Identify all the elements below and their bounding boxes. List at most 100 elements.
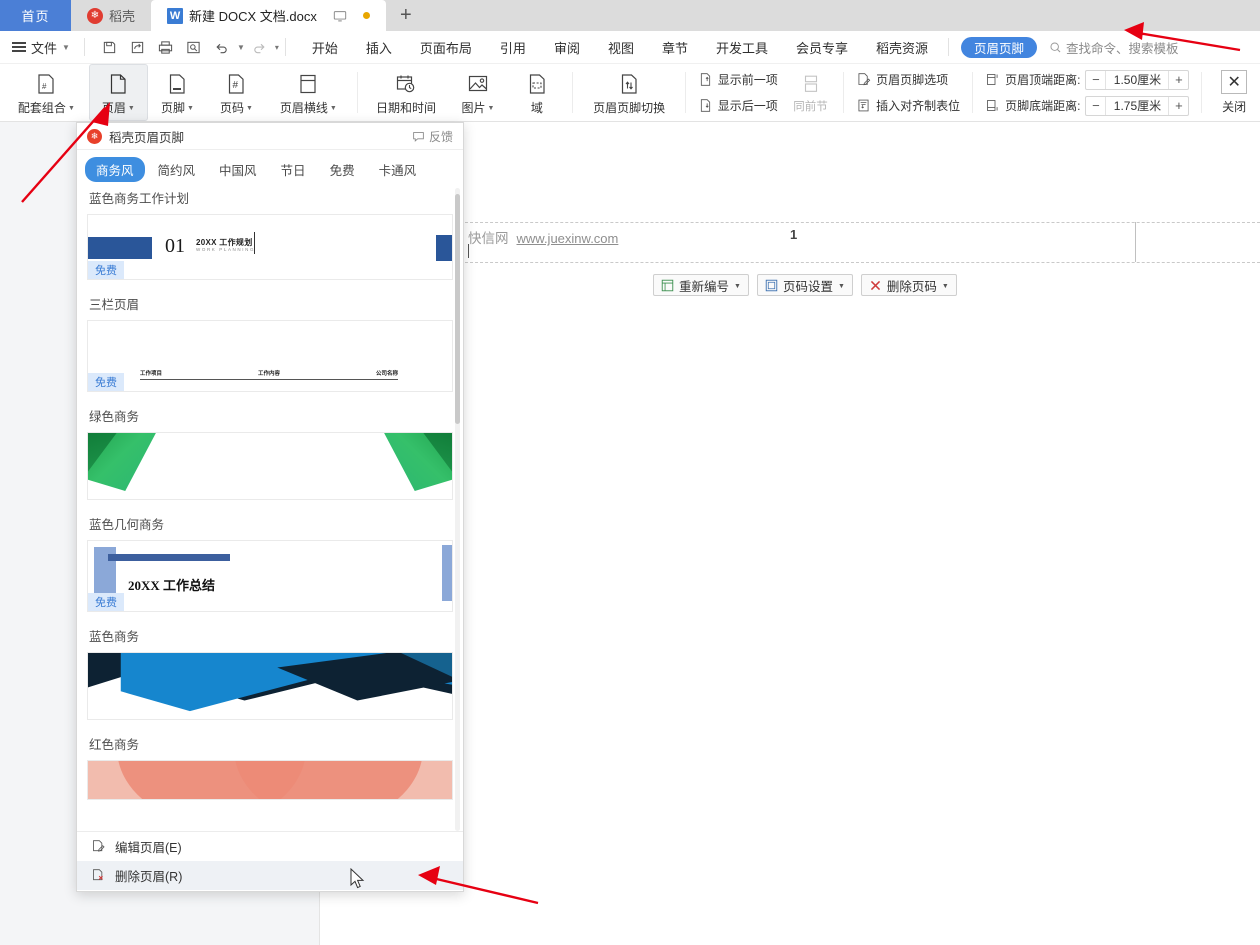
panel-header: ❄ 稻壳页眉页脚 反馈 [77, 123, 463, 150]
close-header-footer-button[interactable]: ✕ 关闭 [1208, 64, 1260, 121]
edit-header-menu-item[interactable]: 编辑页眉(E) [77, 832, 463, 861]
ribbon-tab-review[interactable]: 审阅 [540, 31, 594, 64]
template-thumbnail[interactable] [87, 760, 453, 800]
increment-button[interactable]: + [1168, 70, 1188, 89]
scrollbar-thumb[interactable] [455, 194, 460, 424]
footer-bottom-distance-stepper[interactable]: − 1.75厘米 + [1085, 95, 1190, 116]
ribbon-button-switch-header-footer[interactable]: 页眉页脚切换 [579, 64, 679, 121]
panel-tab-simple[interactable]: 简约风 [147, 157, 207, 182]
panel-tab-free[interactable]: 免费 [319, 157, 366, 182]
panel-tab-festival[interactable]: 节日 [270, 157, 317, 182]
delete-header-menu-item[interactable]: 删除页眉(R) [77, 861, 463, 890]
new-tab-label: + [400, 4, 412, 26]
ribbon-button-page-number[interactable]: # 页码 ▼ [207, 64, 266, 121]
ribbon-tab-start[interactable]: 开始 [298, 31, 352, 64]
template-item[interactable]: 三栏页眉 工作项目 工作内容 公司名称 免费 [87, 294, 453, 392]
ribbon-tab-member[interactable]: 会员专享 [782, 31, 862, 64]
print-preview-icon[interactable] [181, 34, 207, 60]
edit-header-icon [93, 840, 105, 852]
template-thumbnail[interactable] [87, 652, 453, 720]
document-header-text[interactable]: 快信网 www.juexinw.com [468, 227, 618, 247]
feedback-bubble-icon [413, 131, 424, 142]
panel-tab-chinese[interactable]: 中国风 [208, 157, 268, 182]
header-rule-icon [300, 74, 316, 93]
thumb-caret [254, 232, 256, 254]
panel-tab-business[interactable]: 商务风 [85, 156, 145, 182]
header-footer-combo-icon: # [38, 73, 54, 94]
renumber-button[interactable]: 重新编号 ▼ [653, 274, 749, 296]
template-name: 蓝色商务 [89, 630, 140, 644]
ribbon-button-footer-label: 页脚 [160, 100, 185, 115]
ribbon-button-combo[interactable]: # 配套组合 ▼ [4, 64, 89, 121]
ribbon-button-header-rule[interactable]: 页眉横线 ▼ [266, 64, 351, 121]
template-item[interactable]: 红色商务 [87, 734, 453, 800]
template-item[interactable]: 蓝色几何商务 20XX 工作总结 免费 [87, 514, 453, 612]
ribbon-button-field[interactable]: 域 [507, 64, 566, 121]
ribbon-tab-references[interactable]: 引用 [486, 31, 540, 64]
customize-qat-icon[interactable]: ▾ [275, 43, 279, 52]
menu-divider-2 [284, 38, 286, 56]
cast-screen-icon[interactable] [323, 0, 357, 31]
quick-access-toolbar: ▼ ▾ [91, 34, 279, 60]
new-tab-button[interactable]: + [386, 0, 426, 31]
thumb-number: 01 [165, 235, 185, 257]
undo-dropdown-icon[interactable]: ▼ [237, 43, 245, 52]
increment-button[interactable]: + [1168, 96, 1188, 115]
decrement-button[interactable]: − [1086, 70, 1107, 89]
file-menu-button[interactable]: 文件 ▼ [0, 38, 78, 57]
save-as-cloud-icon[interactable] [125, 34, 151, 60]
header-top-guide [465, 222, 1260, 223]
ribbon-tab-section[interactable]: 章节 [648, 31, 702, 64]
template-thumbnail[interactable]: 工作项目 工作内容 公司名称 免费 [87, 320, 453, 392]
template-thumbnail[interactable] [87, 432, 453, 500]
ribbon-button-header[interactable]: 页眉 ▼ [88, 64, 148, 121]
panel-template-scroll-area[interactable]: 蓝色商务工作计划 01 20XX 工作规划 WORK PLANNING 免费 三… [77, 188, 463, 831]
text-caret [468, 244, 469, 258]
search-command-box[interactable]: 查找命令、搜索模板 [1049, 38, 1179, 57]
tab-home[interactable]: 首页 [0, 0, 71, 31]
panel-tab-cartoon[interactable]: 卡通风 [368, 157, 428, 182]
thumb-col-3: 公司名称 [375, 371, 398, 377]
unsaved-indicator-dot [362, 12, 370, 19]
ribbon-tab-daoke-resources[interactable]: 稻壳资源 [862, 31, 942, 64]
date-time-icon [396, 75, 415, 92]
daoke-flame-icon: ❄ [87, 128, 102, 144]
ribbon-tab-member-label: 会员专享 [796, 40, 849, 56]
template-thumbnail[interactable]: 20XX 工作总结 免费 [87, 540, 453, 612]
tab-daoke-label: 稻壳 [109, 9, 136, 24]
template-thumbnail[interactable]: 01 20XX 工作规划 WORK PLANNING 免费 [87, 214, 453, 280]
header-top-distance-value[interactable]: 1.50厘米 [1106, 71, 1168, 88]
ribbon-button-link-to-previous[interactable]: 同前节 [784, 64, 837, 121]
ribbon-tab-developer[interactable]: 开发工具 [702, 31, 782, 64]
decrement-button[interactable]: − [1086, 96, 1107, 115]
ribbon-tab-insert[interactable]: 插入 [352, 31, 406, 64]
print-icon[interactable] [153, 34, 179, 60]
redo-icon[interactable] [247, 34, 273, 60]
ribbon-tab-view[interactable]: 视图 [594, 31, 648, 64]
save-icon[interactable] [97, 34, 123, 60]
svg-text:#: # [42, 82, 47, 91]
menu-divider-3 [948, 38, 950, 56]
ribbon-button-insert-align-tab[interactable]: 插入对齐制表位 [852, 95, 964, 117]
thumb-shape [88, 237, 152, 259]
ribbon-button-date-time[interactable]: 日期和时间 [364, 64, 449, 121]
template-item[interactable]: 蓝色商务工作计划 01 20XX 工作规划 WORK PLANNING 免费 [87, 188, 453, 280]
page-number-settings-button[interactable]: 页码设置 ▼ [756, 274, 853, 296]
header-top-distance-stepper[interactable]: − 1.50厘米 + [1085, 69, 1190, 90]
template-item[interactable]: 蓝色商务 [87, 626, 453, 720]
tab-document[interactable]: W 新建 DOCX 文档.docx [151, 0, 386, 31]
tab-daoke[interactable]: ❄ 稻壳 [71, 0, 152, 31]
undo-icon[interactable] [209, 34, 235, 60]
header-site-url[interactable]: www.juexinw.com [517, 231, 619, 246]
footer-bottom-distance-value[interactable]: 1.75厘米 [1106, 97, 1168, 114]
ribbon-button-header-footer-options[interactable]: 页眉页脚选项 [852, 69, 964, 91]
feedback-button[interactable]: 反馈 [412, 128, 453, 145]
ribbon-tab-header-footer[interactable]: 页眉页脚 [961, 36, 1038, 58]
ribbon-button-show-next[interactable]: 显示后一项 [694, 95, 782, 117]
delete-page-number-button[interactable]: 删除页码 ▼ [860, 274, 957, 296]
ribbon-button-show-previous[interactable]: 显示前一项 [694, 69, 782, 91]
ribbon-button-picture[interactable]: 图片 ▼ [448, 64, 507, 121]
template-item[interactable]: 绿色商务 [87, 406, 453, 500]
ribbon-button-footer[interactable]: 页脚 ▼ [148, 64, 207, 121]
ribbon-tab-page-layout[interactable]: 页面布局 [406, 31, 486, 64]
